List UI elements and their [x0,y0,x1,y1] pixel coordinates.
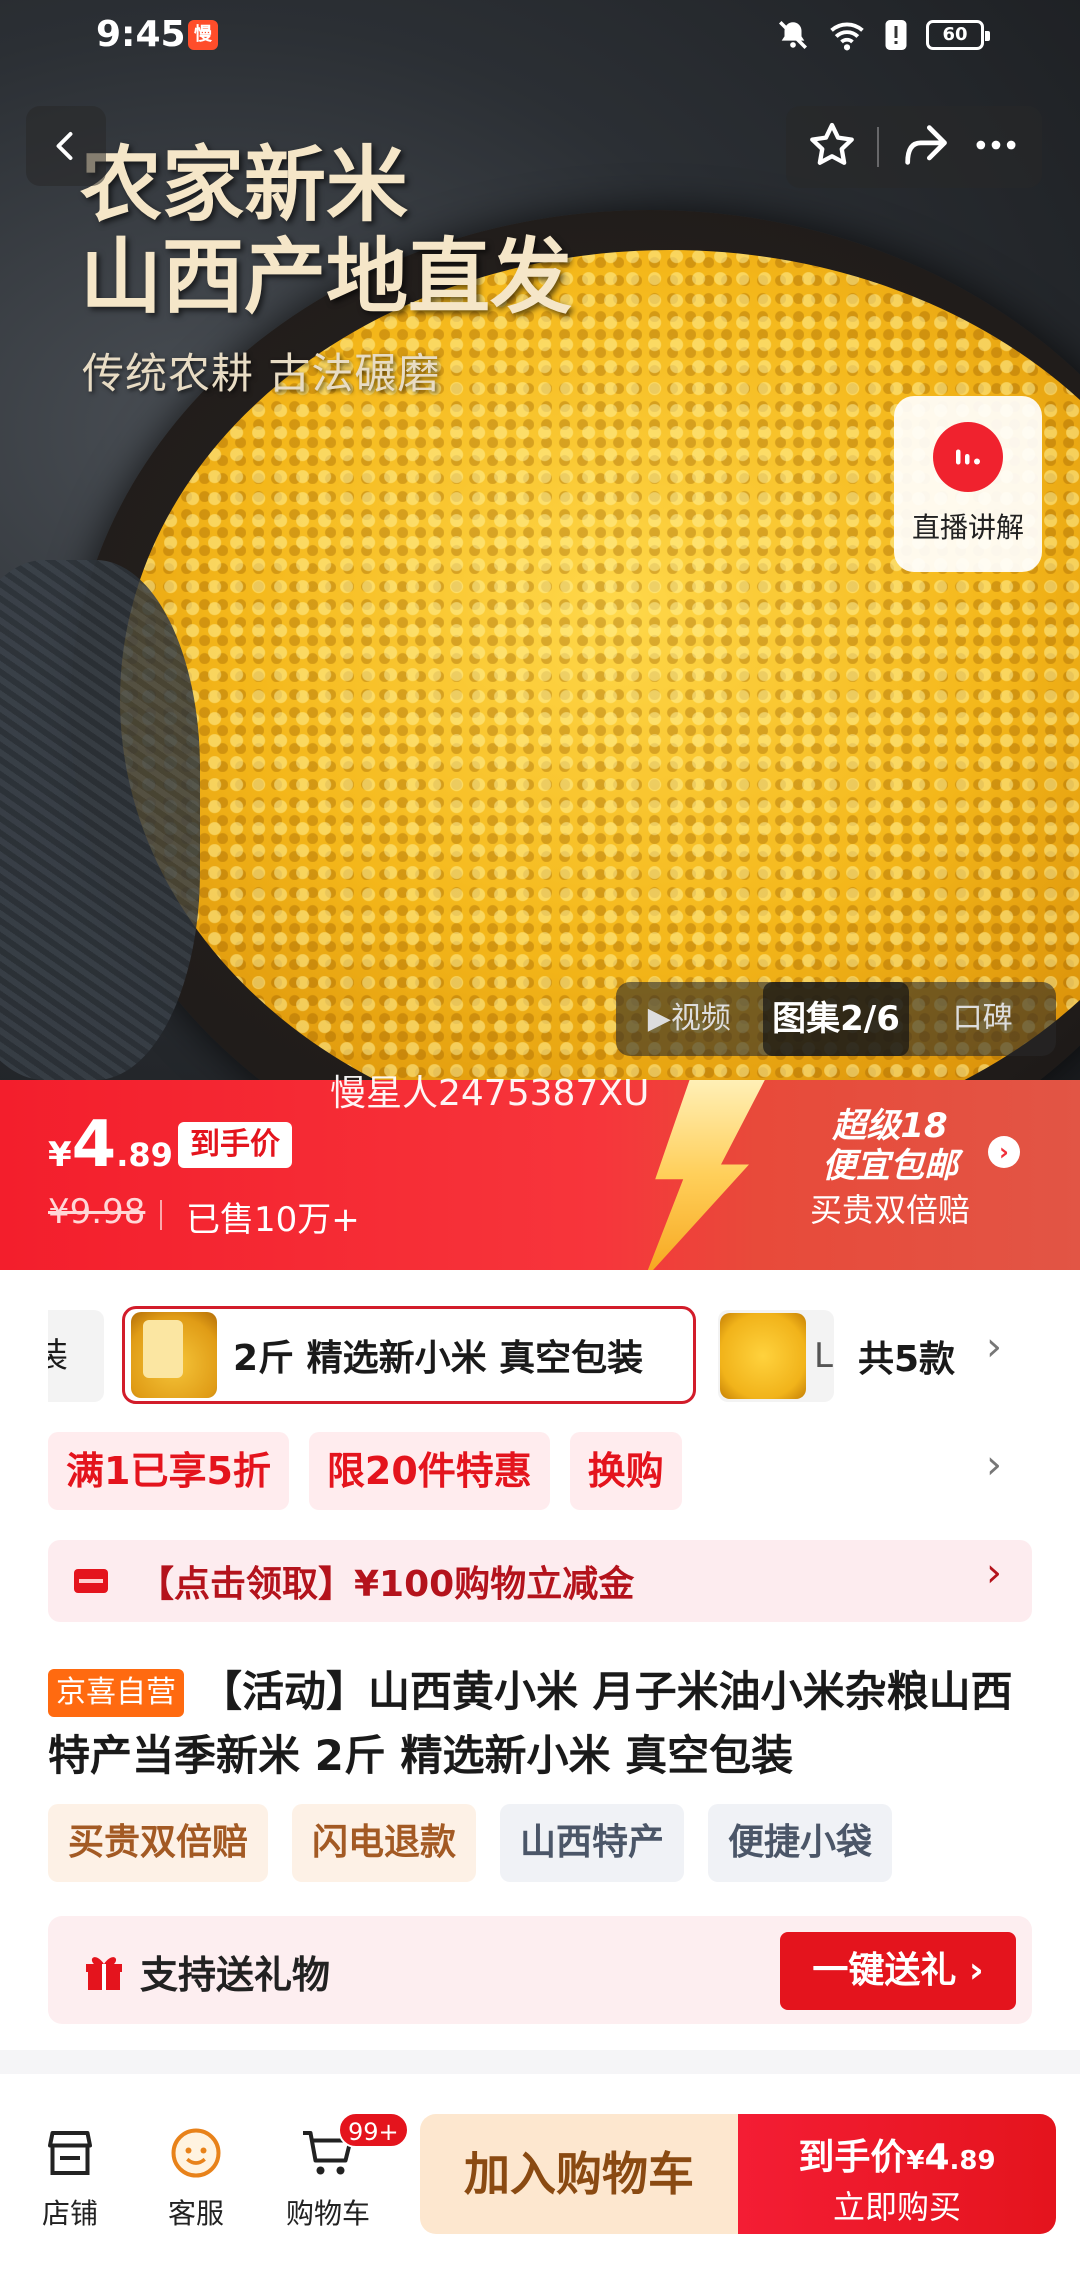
promo-line-2: 便宜包邮 [822,1146,958,1186]
hero-subtitle: 传统农耕 古法碾磨 [82,349,441,398]
product-title: 京喜自营 【活动】山西黄小米 月子米油小米杂粮山西特产当季新米 2斤 精选新小米 … [48,1660,1038,1788]
chevron-left-icon [56,132,73,160]
divider [160,1200,162,1230]
media-tabs: ▶视频 图集2/6 口碑 [616,982,1056,1056]
cart-count-badge: 99+ [338,2112,409,2148]
customer-service-button[interactable]: 客服 [136,2118,256,2232]
promo-tag[interactable]: 换购 [569,1432,682,1510]
gift-icon [80,1946,128,1994]
share-button[interactable] [899,119,951,175]
self-operated-badge: 京喜自营 [48,1669,184,1717]
shop-button[interactable]: 店铺 [10,2118,130,2232]
star-icon [809,122,854,165]
variant-option-next[interactable]: L [718,1310,834,1402]
feature-tag[interactable]: 山西特产 [500,1804,685,1882]
variant-thumbnail [720,1313,806,1399]
gift-label: 支持送礼物 [140,1953,331,1997]
wifi-icon [828,18,866,52]
more-dots-icon [976,140,1016,150]
variant-thumbnail [131,1312,217,1398]
service-icon [136,2118,256,2188]
variant-label: 2斤 精选新小米 真空包装 [233,1338,644,1379]
live-label: 直播讲解 [911,511,1024,544]
coupon-banner[interactable]: 【点击领取】¥100购物立减金 [48,1540,1032,1622]
promo-tags: 满1已享5折 限20件特惠 换购 [48,1432,682,1510]
tab-gallery[interactable]: 图集2/6 [762,982,910,1056]
promo-line-3: 买贵双倍赔 [810,1191,971,1229]
chevron-right-icon: › [988,1136,1020,1168]
bottom-action-bar: 店铺 客服 99+ 购物车 加入购物车 到手价¥4.89 立即购买 [0,2074,1080,2280]
buy-now-button[interactable]: 到手价¥4.89 立即购买 [738,2114,1056,2234]
original-price: ¥9.98 [48,1192,146,1232]
top-actions [786,106,1042,188]
promo-line-1: 超级18 [832,1106,948,1146]
feature-tag[interactable]: 闪电退款 [292,1804,477,1882]
shop-label: 店铺 [41,2197,98,2230]
cart-label: 购物车 [285,2197,370,2230]
battery-icon: 60 [926,20,990,50]
cloth-image [0,560,200,1080]
favorite-button[interactable] [806,119,858,175]
buy-price: 到手价¥4.89 [798,2137,996,2178]
cart-button[interactable]: 99+ 购物车 [268,2112,409,2232]
hero-headline: 农家新米 山西产地直发 [80,138,573,325]
product-title-text: 【活动】山西黄小米 月子米油小米杂粮山西特产当季新米 2斤 精选新小米 真空包装 [48,1667,1013,1780]
status-time: 9:45 [96,14,186,55]
status-bar: 9:45 慢 60 [0,0,1080,72]
share-icon [905,125,947,165]
sim-alert-icon [884,18,908,52]
watermark: 慢星人2475387XU [330,1073,650,1114]
variant-option-prev[interactable]: 装 [48,1310,104,1402]
gift-section: 支持送礼物 一键送礼 › [48,1916,1032,2024]
variant-selector: 装 2斤 精选新小米 真空包装 L 共5款 › [0,1300,1080,1410]
current-price: ¥4.89 [48,1108,173,1182]
send-gift-button[interactable]: 一键送礼 › [780,1932,1016,2010]
final-price-tag: 到手价 [178,1122,292,1168]
add-to-cart-button[interactable]: 加入购物车 [420,2114,738,2234]
live-explain-button[interactable]: 直播讲解 [894,396,1042,572]
card-icon [74,1569,108,1593]
more-button[interactable] [970,119,1022,175]
feature-tag[interactable]: 买贵双倍赔 [48,1804,269,1882]
divider [877,127,880,167]
variant-option-selected[interactable]: 2斤 精选新小米 真空包装 [122,1306,696,1404]
chevron-right-icon[interactable]: › [986,1324,1002,1370]
shop-icon [10,2118,130,2188]
promo-tag[interactable]: 限20件特惠 [308,1432,550,1510]
app-notification-icon: 慢 [188,20,218,50]
coupon-text: 【点击领取】¥100购物立减金 [138,1564,635,1605]
tab-video[interactable]: ▶视频 [616,982,763,1056]
super-deal-promo[interactable]: 超级18 便宜包邮 买贵双倍赔 [810,1106,970,1234]
service-label: 客服 [167,2197,224,2230]
sold-count: 已售10万+ [186,1200,360,1240]
tab-reviews[interactable]: 口碑 [909,982,1056,1056]
variant-next-label: L [814,1336,833,1376]
buy-now-label: 立即购买 [832,2188,961,2226]
promo-tag[interactable]: 满1已享5折 [48,1432,289,1510]
feature-tag[interactable]: 便捷小袋 [708,1804,893,1882]
chevron-right-icon: › [986,1550,1002,1596]
back-button[interactable] [26,106,106,186]
variant-count[interactable]: 共5款 [858,1330,955,1382]
feature-tags: 买贵双倍赔 闪电退款 山西特产 便捷小袋 [48,1804,893,1882]
section-divider [0,2050,1080,2074]
chevron-right-icon[interactable]: › [986,1442,1002,1488]
mute-bell-icon [776,18,810,52]
live-icon [933,422,1003,492]
lightning-icon [644,1080,770,1270]
